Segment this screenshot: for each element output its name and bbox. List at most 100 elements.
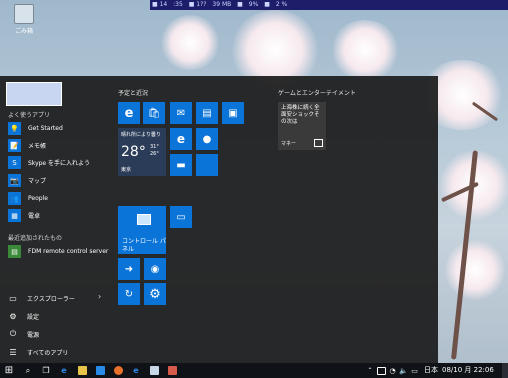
tile-ie[interactable]: e	[170, 128, 192, 150]
taskbar-clock[interactable]: 08/10 月 22:06	[442, 363, 494, 378]
volume-icon: 🔈	[399, 366, 408, 375]
user-account-button[interactable]	[6, 82, 62, 106]
menu-item-settings[interactable]: ⚙ 設定	[8, 309, 39, 323]
powerpoint-icon: ▣	[228, 107, 238, 119]
gear-icon: ⚙	[149, 286, 161, 302]
tray-volume[interactable]: 🔈	[399, 363, 408, 378]
windows-start-button[interactable]: ⊞	[3, 363, 15, 378]
tray-notifications[interactable]: ▭	[410, 363, 419, 378]
tile-news[interactable]: 上海株に続く全面安ショックその次は マネー	[278, 102, 326, 150]
tray-expand-button[interactable]: ⌃	[366, 363, 374, 378]
status-item: 39 MB	[212, 1, 232, 8]
menu-item-explorer[interactable]: ▭ エクスプローラー	[8, 291, 75, 305]
tile-group-header: 予定と近況	[118, 90, 149, 97]
app-label: Get Started	[28, 125, 63, 132]
app-notepad[interactable]: 📝 メモ帳	[8, 138, 46, 153]
network-icon	[377, 366, 386, 375]
app-label: FDM remote control server	[28, 248, 109, 255]
menu-item-power[interactable]: ⏻ 電源	[8, 327, 39, 341]
taskbar-edge[interactable]: e	[58, 363, 70, 378]
outlook-icon: ✉	[176, 107, 186, 119]
control-panel-icon	[137, 214, 151, 225]
weather-temperature: 28°	[121, 144, 146, 160]
network-icon: ▭	[176, 211, 186, 223]
search-button[interactable]: ⌕	[22, 363, 34, 378]
chevron-right-icon[interactable]: ›	[98, 292, 101, 301]
menu-item-all-apps[interactable]: ☰ すべてのアプリ	[8, 345, 68, 359]
weather-high: 31°	[150, 144, 159, 150]
app-skype[interactable]: S Skype を手に入れよう	[8, 155, 90, 170]
recent-apps-header: 最近追加されたもの	[8, 235, 63, 242]
store-icon	[95, 366, 105, 375]
tile-powerpoint[interactable]: ▣	[222, 102, 244, 124]
excel-icon: ▤	[202, 107, 212, 119]
taskbar-explorer[interactable]	[76, 363, 88, 378]
app-label: Skype を手に入れよう	[28, 160, 91, 167]
status-item: 9%	[248, 1, 259, 8]
status-item: ■ 14	[152, 1, 168, 8]
list-icon: ☰	[9, 347, 17, 357]
ime-indicator[interactable]: 日本	[424, 363, 438, 378]
tile-store[interactable]: 🛍	[143, 102, 165, 124]
weather-caption: 晴れ所により曇り	[121, 132, 161, 138]
status-item: :35	[173, 1, 183, 8]
tile-app-blank[interactable]	[196, 154, 218, 176]
tile-outlook[interactable]: ✉	[170, 102, 192, 124]
tile-excel[interactable]: ▤	[196, 102, 218, 124]
people-icon: 👥	[8, 192, 21, 205]
app-label: 電卓	[28, 213, 41, 220]
taskbar: ⊞ ⌕ ❐ e e ⌃ ◔ 🔈 ▭ 日本 08/10 月 22:06	[0, 363, 508, 378]
menu-item-label: 設定	[27, 313, 40, 321]
tray-network[interactable]	[377, 363, 386, 378]
app-fdm-remote[interactable]: ▤ FDM remote control server	[8, 244, 108, 259]
recycle-bin-icon	[14, 4, 34, 24]
tile-app-red[interactable]: ▬	[170, 154, 192, 176]
app-icon: ▬	[176, 159, 186, 171]
top-status-bar: ■ 14 :35 ■ 1?? 39 MB ■ 9% ■ 2 %	[150, 0, 508, 10]
taskbar-ie[interactable]: e	[130, 363, 142, 378]
tile-weather[interactable]: 晴れ所により曇り 28° 31° 26° 東京	[118, 128, 166, 176]
taskbar-store[interactable]	[94, 363, 106, 378]
tile-record[interactable]: ◉	[144, 258, 166, 280]
firefox-icon	[113, 366, 123, 375]
frequent-apps-header: よく使うアプリ	[8, 112, 51, 119]
edge-icon: e	[124, 105, 134, 121]
app-label: メモ帳	[28, 143, 47, 150]
desktop-icon-label: ごみ箱	[14, 28, 33, 35]
tray-wifi[interactable]: ◔	[388, 363, 397, 378]
app-calculator[interactable]: ▦ 電卓	[8, 208, 40, 223]
app-people[interactable]: 👥 People	[8, 191, 48, 206]
status-item: ■ 1??	[188, 1, 207, 8]
app-label: People	[28, 195, 48, 202]
tile-refresh[interactable]: ↻	[118, 283, 140, 305]
windows-logo-icon: ⊞	[4, 365, 14, 376]
app-label: マップ	[28, 178, 47, 185]
task-view-icon: ❐	[42, 366, 50, 375]
store-icon: 🛍	[147, 107, 161, 119]
show-desktop-button[interactable]	[502, 363, 508, 378]
blossom-decoration	[330, 20, 400, 80]
refresh-icon: ↻	[124, 288, 134, 300]
tile-sync[interactable]: ➜	[118, 258, 140, 280]
folder-icon: ▭	[9, 293, 17, 303]
app-get-started[interactable]: 💡 Get Started	[8, 121, 63, 136]
news-headline: 上海株に続く全面安ショックその次は	[281, 105, 320, 125]
power-icon: ⏻	[9, 329, 17, 338]
maps-icon: 📷	[8, 174, 21, 187]
taskbar-app[interactable]	[148, 363, 160, 378]
status-item: ■	[237, 1, 243, 8]
blossom-decoration	[445, 240, 505, 300]
app-maps[interactable]: 📷 マップ	[8, 173, 46, 188]
tile-edge[interactable]: e	[118, 102, 140, 124]
folder-icon	[77, 366, 87, 375]
tile-network[interactable]: ▭	[170, 206, 192, 228]
arrow-icon: ➜	[124, 263, 134, 275]
tile-firefox[interactable]: ●	[196, 128, 218, 150]
wifi-icon: ◔	[389, 366, 396, 375]
tile-control-panel[interactable]: コントロール パネル	[118, 206, 166, 254]
tile-settings[interactable]: ⚙	[144, 283, 166, 305]
taskbar-app[interactable]	[166, 363, 178, 378]
task-view-button[interactable]: ❐	[40, 363, 52, 378]
taskbar-firefox[interactable]	[112, 363, 124, 378]
recycle-bin-desktop-icon[interactable]: ごみ箱	[10, 4, 38, 35]
